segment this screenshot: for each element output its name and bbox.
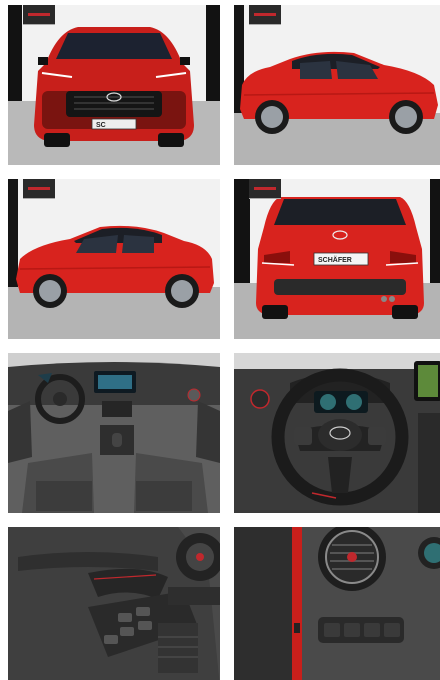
gallery-image-side-view-left[interactable] — [8, 179, 220, 339]
gallery-image-interior-dashboard[interactable] — [8, 353, 220, 513]
gallery-image-rear-view[interactable]: SCHÄFER — [234, 179, 440, 339]
dealer-logo-icon — [249, 5, 281, 25]
gallery-image-side-view-right[interactable] — [234, 5, 440, 165]
dealer-logo-icon — [23, 5, 55, 25]
gallery-image-front-view[interactable]: SC — [8, 5, 220, 165]
gallery-image-door-panel[interactable] — [8, 527, 220, 680]
gallery-image-air-vent-controls[interactable] — [234, 527, 440, 680]
plate-front-text: SC — [96, 122, 106, 129]
image-gallery: SC SCHÄFER — [0, 0, 440, 680]
dealer-logo-icon — [249, 179, 281, 199]
dealer-logo-icon — [23, 179, 55, 199]
gallery-image-steering-wheel[interactable] — [234, 353, 440, 513]
plate-rear-text: SCHÄFER — [318, 256, 352, 264]
